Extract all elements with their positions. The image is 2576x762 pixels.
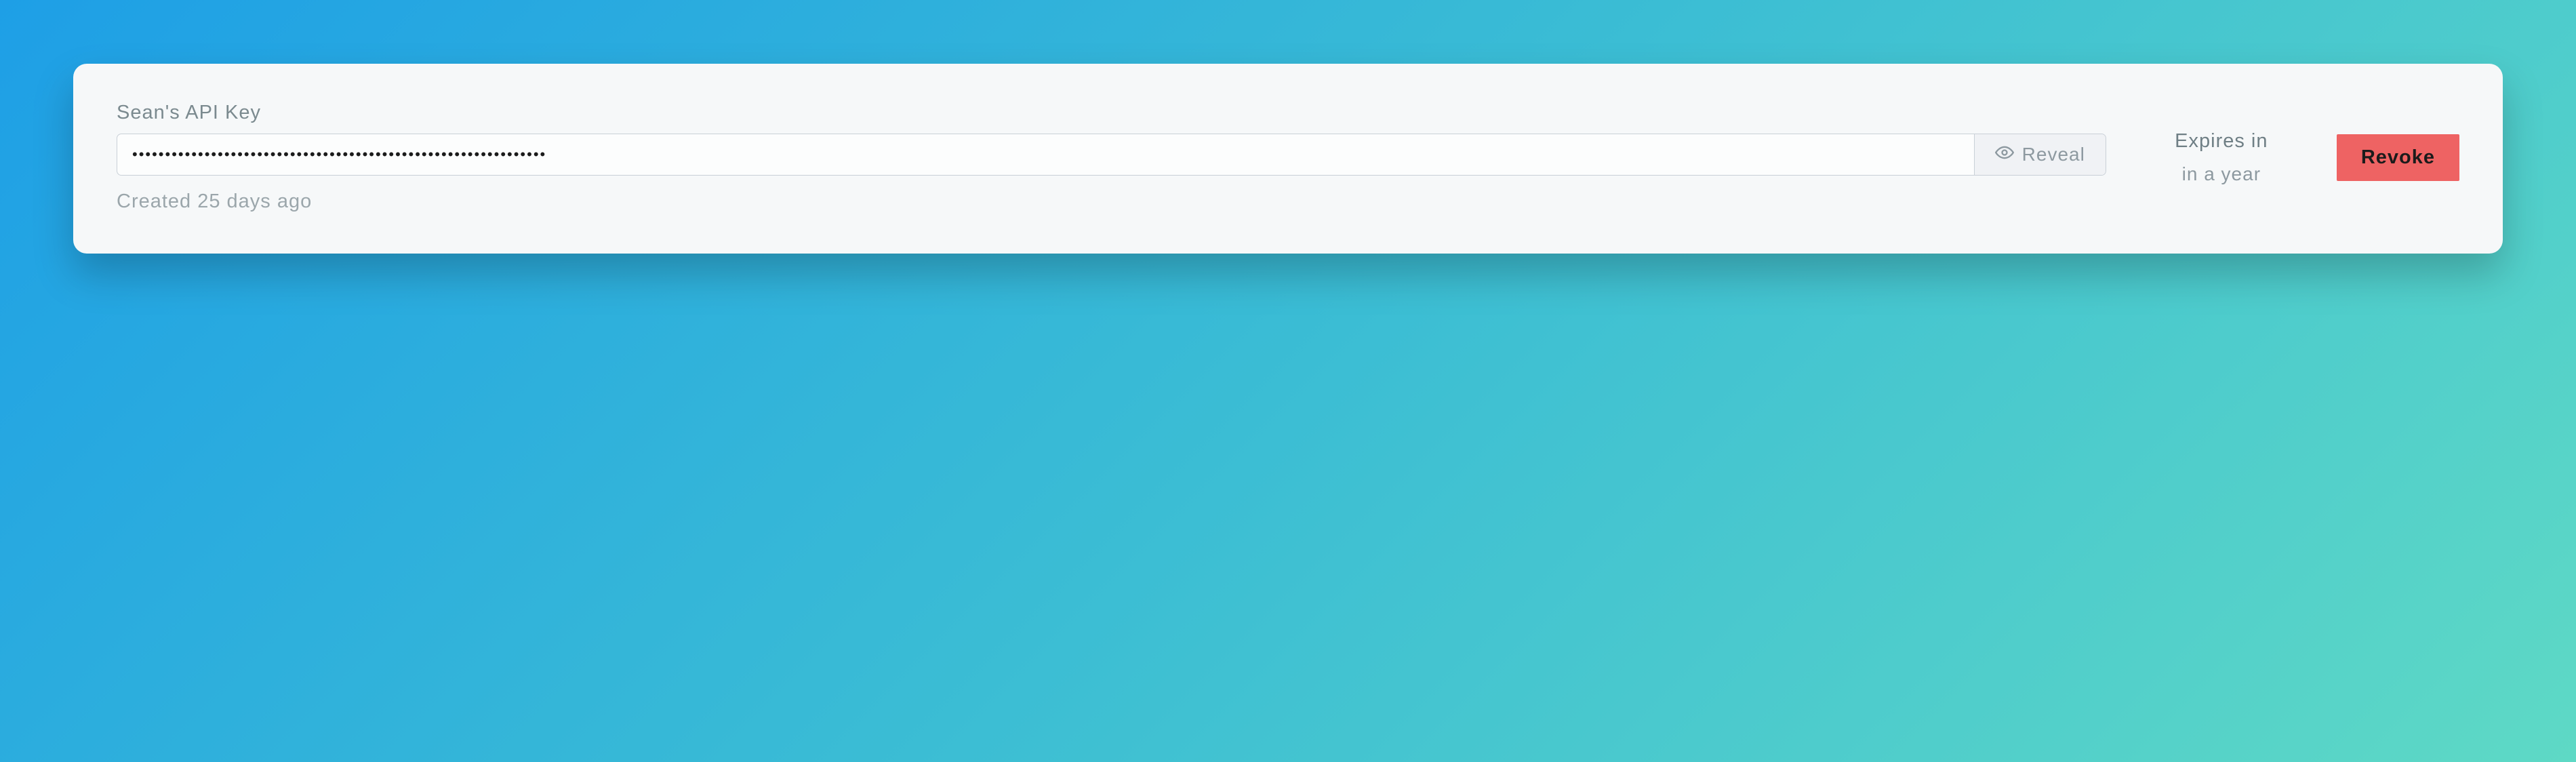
expiry-value: in a year [2182, 163, 2261, 185]
reveal-button-label: Reveal [2022, 144, 2085, 165]
api-key-field[interactable]: ••••••••••••••••••••••••••••••••••••••••… [117, 134, 1974, 175]
reveal-button[interactable]: Reveal [1974, 134, 2106, 175]
api-key-left-column: Sean's API Key •••••••••••••••••••••••••… [117, 102, 2106, 213]
expiry-label: Expires in [2175, 130, 2268, 153]
api-key-input-row: ••••••••••••••••••••••••••••••••••••••••… [117, 134, 2106, 176]
eye-icon [1995, 143, 2014, 167]
created-text: Created 25 days ago [117, 190, 2106, 213]
revoke-button[interactable]: Revoke [2337, 134, 2459, 181]
api-key-label: Sean's API Key [117, 102, 2106, 124]
expiry-block: Expires in in a year [2147, 130, 2296, 185]
api-key-card: Sean's API Key •••••••••••••••••••••••••… [73, 64, 2503, 254]
